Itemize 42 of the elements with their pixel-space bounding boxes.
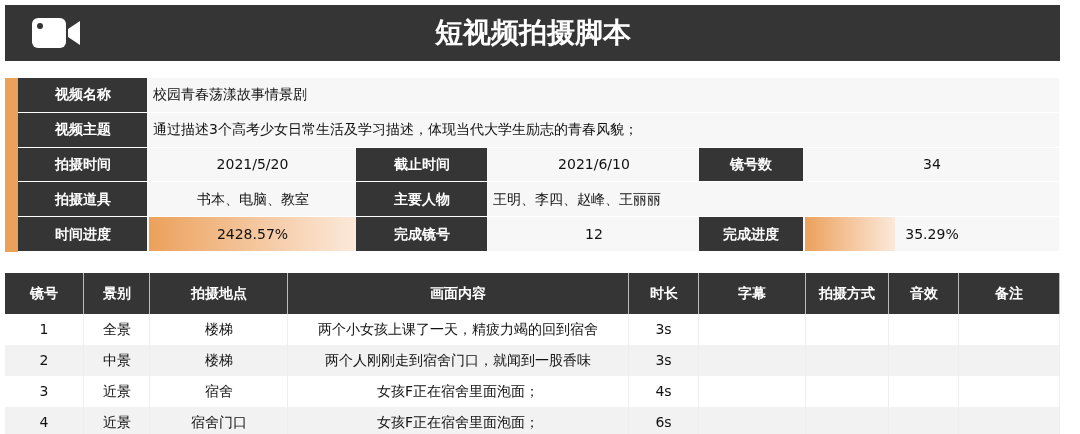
table-cell-text: 宿舍 (204, 382, 233, 401)
field-label: 完成镜号 (356, 217, 489, 251)
table-cell-text: 近景 (102, 382, 131, 401)
table-cell-text: 全景 (102, 320, 131, 339)
field-label: 截止时间 (356, 147, 489, 182)
progress-value: 35.29% (905, 224, 959, 244)
table-cell-text: 近景 (102, 413, 131, 432)
table-cell-text: 1 (39, 320, 49, 339)
table-cell-text: 中景 (102, 351, 131, 370)
table-cell-text: 6s (655, 413, 672, 432)
table-cell-text: 楼梯 (204, 351, 233, 370)
field-value: 34 (923, 155, 941, 174)
field-value: 2021/5/20 (216, 155, 289, 174)
field-label: 完成进度 (699, 217, 805, 251)
table-cell-text: 4 (39, 413, 49, 432)
field-value: 校园青春荡漾故事情景剧 (153, 85, 307, 105)
table-cell-text: 3s (655, 351, 672, 370)
table-cell-text: 宿舍门口 (190, 413, 247, 432)
page-title: 短视频拍摄脚本 (434, 15, 631, 51)
progress-value: 2428.57% (216, 224, 289, 244)
table-cell-text: 3 (39, 382, 49, 401)
table-cell-text: 2 (39, 351, 49, 370)
video-camera-icon (32, 18, 80, 48)
field-value: 2021/6/10 (558, 155, 630, 174)
table-cell-text: 女孩F正在宿舍里面泡面； (376, 413, 540, 432)
field-label: 时间进度 (18, 217, 149, 251)
table-cell-text: 4s (655, 382, 672, 401)
field-value: 书本、电脑、教室 (196, 189, 309, 209)
field-label: 拍摄时间 (18, 147, 149, 182)
table-cell-text: 两个人刚刚走到宿舍门口，就闻到一股香味 (325, 351, 591, 370)
field-label: 镜号数 (699, 147, 805, 182)
field-label: 拍摄道具 (18, 182, 149, 217)
field-label: 视频主题 (18, 112, 149, 147)
table-cell-text: 楼梯 (204, 320, 233, 339)
field-label: 主要人物 (356, 182, 489, 217)
table-cell-text: 女孩F正在宿舍里面泡面； (376, 382, 540, 401)
field-value: 12 (585, 224, 603, 244)
field-label: 视频名称 (18, 78, 149, 112)
field-value: 王明、李四、赵峰、王丽丽 (493, 189, 661, 209)
table-cell-text: 两个小女孩上课了一天，精疲力竭的回到宿舍 (318, 320, 598, 339)
field-value: 通过描述3个高考少女日常生活及学习描述，体现当代大学生励志的青春风貌； (153, 120, 638, 140)
table-cell-text: 3s (655, 320, 672, 339)
